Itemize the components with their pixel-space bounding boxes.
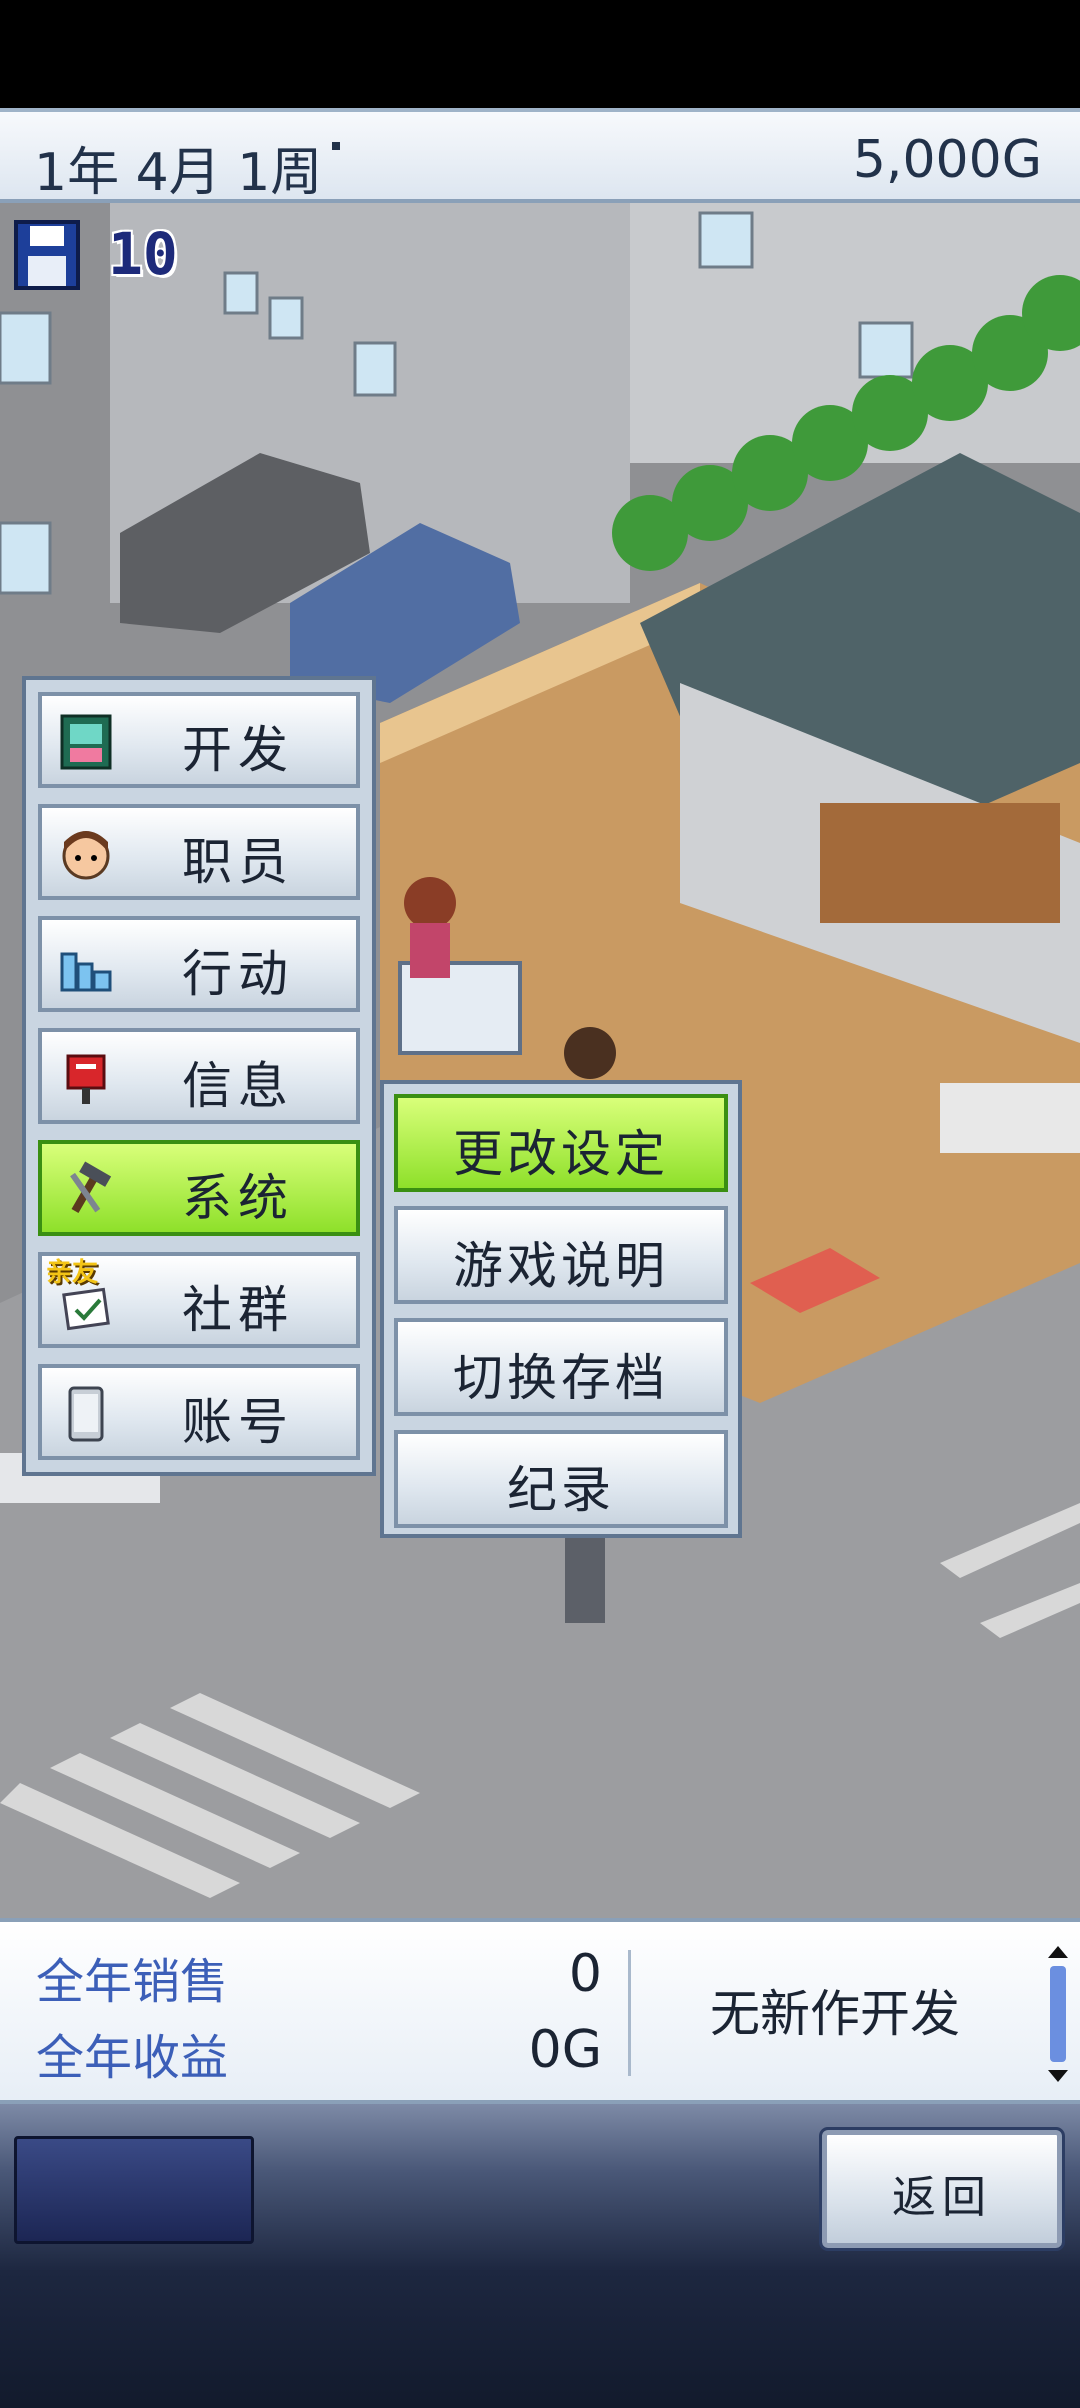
- menu-label: 账号: [182, 1393, 294, 1451]
- menu-item-develop[interactable]: 开发: [38, 692, 360, 788]
- menu-item-system[interactable]: 系统: [38, 1140, 360, 1236]
- menu-item-action[interactable]: 行动: [38, 916, 360, 1012]
- bottom-left-panel: [14, 2136, 254, 2244]
- status-bar: 1年 4月 1周 5,000G: [0, 108, 1080, 203]
- annual-sales-value: 0: [568, 1944, 602, 2004]
- menu-item-community[interactable]: 亲友 社群: [38, 1252, 360, 1348]
- mailbox-icon: [66, 1054, 106, 1104]
- tools-icon: [70, 1161, 112, 1214]
- menu-label: 社群: [182, 1281, 294, 1339]
- submenu-label: 游戏说明: [453, 1237, 669, 1295]
- menu-item-staff[interactable]: 职员: [38, 804, 360, 900]
- submenu-change-settings[interactable]: 更改设定: [394, 1094, 728, 1192]
- menu-label: 系统: [182, 1169, 294, 1227]
- main-menu: 开发 职员 行动 信息 系统 亲友 社群 账号: [22, 676, 376, 1476]
- submenu-label: 纪录: [507, 1461, 615, 1519]
- menu-label: 信息: [182, 1057, 294, 1115]
- system-submenu: 更改设定 游戏说明 切换存档 纪录: [380, 1080, 742, 1538]
- info-scrollbar[interactable]: [1046, 1944, 1070, 2084]
- submenu-label: 切换存档: [453, 1349, 669, 1407]
- annual-revenue-label: 全年收益: [36, 2030, 229, 2086]
- date-display: 1年 4月 1周: [34, 143, 323, 203]
- back-label: 返回: [892, 2172, 992, 2223]
- save-count: 10: [108, 220, 178, 288]
- community-badge: 亲友: [46, 1258, 99, 1288]
- staff-icon: [62, 831, 110, 880]
- info-divider: [628, 1950, 631, 2076]
- annual-sales-label: 全年销售: [36, 1954, 229, 2010]
- action-icon: [60, 952, 112, 992]
- top-black-area: [0, 0, 1080, 108]
- annual-info-panel: 全年销售 0 全年收益 0G 无新作开发: [0, 1918, 1080, 2104]
- floppy-disk-icon: [14, 220, 80, 290]
- menu-label: 开发: [182, 721, 294, 779]
- menu-item-account[interactable]: 账号: [38, 1364, 360, 1460]
- menu-item-info[interactable]: 信息: [38, 1028, 360, 1124]
- develop-icon: [60, 714, 112, 770]
- submenu-label: 更改设定: [453, 1125, 669, 1183]
- money-display: 5,000G: [852, 130, 1042, 190]
- submenu-game-instructions[interactable]: 游戏说明: [394, 1206, 728, 1304]
- development-status: 无新作开发: [710, 1985, 960, 2043]
- submenu-records[interactable]: 纪录: [394, 1430, 728, 1528]
- menu-label: 行动: [182, 945, 294, 1003]
- annual-revenue-value: 0G: [528, 2020, 602, 2080]
- menu-label: 职员: [182, 833, 294, 891]
- date-dot: [332, 142, 340, 150]
- back-button[interactable]: 返回: [819, 2127, 1065, 2251]
- phone-icon: [68, 1386, 104, 1442]
- submenu-switch-save[interactable]: 切换存档: [394, 1318, 728, 1416]
